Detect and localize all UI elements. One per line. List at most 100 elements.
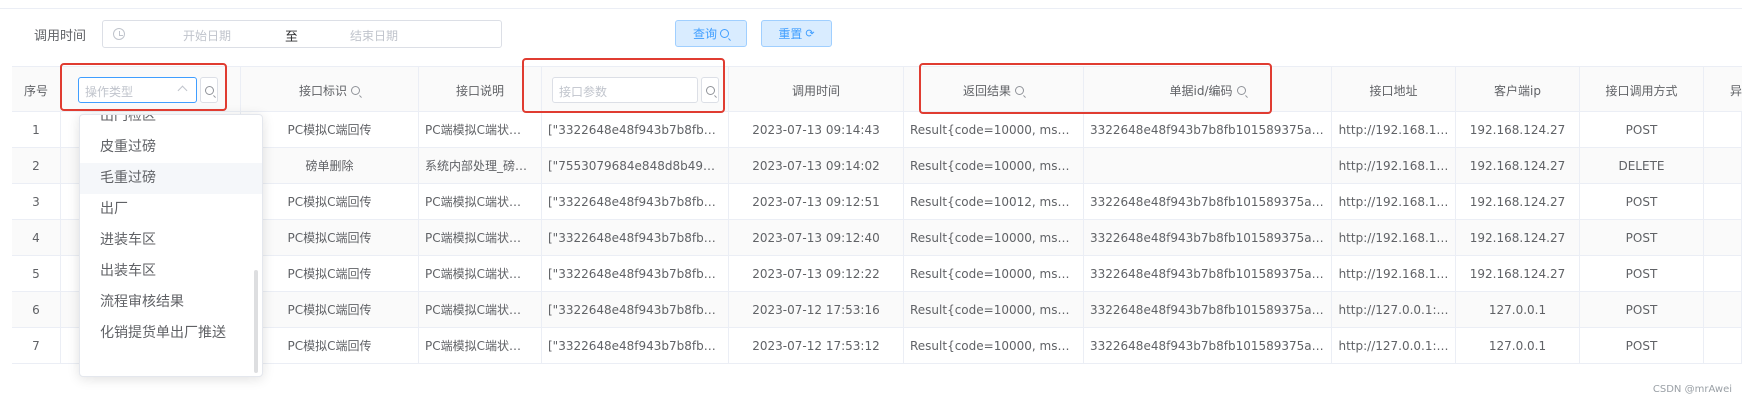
dropdown-option[interactable]: 进装车区	[80, 225, 262, 256]
dropdown-option[interactable]: 出装车区	[80, 256, 262, 287]
cell-interface-id: PC模拟C端回传	[241, 220, 419, 256]
reset-button[interactable]: 重置 ⟳	[761, 20, 832, 47]
table-row[interactable]: 1 PC模拟C端回传 PC端模拟C端状… ["3322648e48f943b7b8fb…	[12, 112, 1742, 148]
cell-index: 7	[12, 328, 61, 364]
cell-call-time: 2023-07-12 17:53:16	[729, 292, 904, 328]
query-button[interactable]: 查询	[675, 20, 747, 47]
table-row[interactable]: 4 PC模拟C端回传 PC端模拟C端状… ["3322648e48f943b7b8fb…	[12, 220, 1742, 256]
reset-button-label: 重置	[778, 27, 803, 41]
cell-interface-desc: PC端模拟C端状…	[419, 184, 542, 220]
date-range-picker[interactable]: 开始日期 至 结束日期	[102, 20, 502, 48]
cell-params: ["3322648e48f943b7b8fb10…	[542, 256, 729, 292]
cell-method: POST	[1580, 292, 1704, 328]
header-client-ip: 客户端ip	[1456, 67, 1580, 113]
table-row[interactable]: 3 PC模拟C端回传 PC端模拟C端状… ["3322648e48f943b7b8fb…	[12, 184, 1742, 220]
date-separator: 至	[285, 30, 299, 45]
cell-interface-desc: PC端模拟C端状…	[419, 292, 542, 328]
cell-url: http://127.0.0.1:…	[1332, 328, 1456, 364]
cell-method: POST	[1580, 220, 1704, 256]
interface-params-search-button[interactable]	[701, 77, 719, 103]
cell-result: Result{code=10000, msg='…	[904, 148, 1084, 184]
cell-params: ["3322648e48f943b7b8fb10…	[542, 292, 729, 328]
cell-ip: 192.168.124.27	[1456, 148, 1580, 184]
header-extra: 异	[1729, 83, 1742, 98]
dropdown-scrollbar[interactable]	[254, 270, 258, 373]
cell-empty	[1704, 184, 1742, 220]
dropdown-option[interactable]: 出门检区	[80, 115, 262, 132]
op-type-search-button[interactable]	[200, 77, 218, 103]
cell-result: Result{code=10012, msg='…	[904, 184, 1084, 220]
start-date-input[interactable]: 开始日期	[183, 27, 231, 44]
cell-url: http://127.0.0.1:…	[1332, 292, 1456, 328]
dropdown-option[interactable]: 出厂	[80, 194, 262, 225]
cell-interface-desc: 系统内部处理_磅…	[419, 148, 542, 184]
cell-bill-id: 3322648e48f943b7b8fb101589375a46	[1084, 256, 1332, 292]
dropdown-option[interactable]: 化销提货单出厂推送	[80, 318, 262, 349]
cell-index: 5	[12, 256, 61, 292]
cell-empty	[1704, 148, 1742, 184]
cell-index: 3	[12, 184, 61, 220]
header-op-type: 操作类型	[61, 67, 241, 113]
op-type-placeholder: 操作类型	[85, 85, 134, 99]
refresh-icon: ⟳	[805, 27, 815, 40]
cell-bill-id: 3322648e48f943b7b8fb101589375a46	[1084, 220, 1332, 256]
cell-method: DELETE	[1580, 148, 1704, 184]
search-icon[interactable]	[1015, 85, 1024, 95]
call-time-label: 调用时间	[34, 29, 87, 44]
cell-call-time: 2023-07-13 09:14:02	[729, 148, 904, 184]
cell-ip: 192.168.124.27	[1456, 220, 1580, 256]
interface-params-input[interactable]: 接口参数	[552, 77, 698, 103]
cell-url: http://192.168.1…	[1332, 148, 1456, 184]
cell-url: http://192.168.1…	[1332, 256, 1456, 292]
header-call-time: 调用时间	[729, 67, 904, 113]
table-row[interactable]: 5 PC模拟C端回传 PC端模拟C端状… ["3322648e48f943b7b8fb…	[12, 256, 1742, 292]
op-type-select[interactable]: 操作类型	[78, 77, 197, 103]
cell-interface-id: PC模拟C端回传	[241, 256, 419, 292]
table-row[interactable]: 6 PC模拟C端回传 PC端模拟C端状… ["3322648e48f943b7b8fb…	[12, 292, 1742, 328]
cell-index: 4	[12, 220, 61, 256]
chevron-up-icon	[177, 85, 188, 96]
dropdown-option[interactable]: 皮重过磅	[80, 132, 262, 163]
table-row[interactable]: 7 PC模拟C端回传 PC端模拟C端状… ["3322648e48f943b7b8fb…	[12, 328, 1742, 364]
cell-interface-id: PC模拟C端回传	[241, 184, 419, 220]
cell-index: 6	[12, 292, 61, 328]
header-index: 序号	[12, 67, 61, 113]
cell-call-time: 2023-07-13 09:14:43	[729, 112, 904, 148]
cell-interface-desc: PC端模拟C端状…	[419, 220, 542, 256]
dropdown-option[interactable]: 流程审核结果	[80, 287, 262, 318]
header-return-result: 返回结果	[904, 67, 1084, 113]
search-icon[interactable]	[1236, 85, 1246, 95]
end-date-input[interactable]: 结束日期	[350, 27, 398, 44]
cell-bill-id: 3322648e48f943b7b8fb101589375a46	[1084, 112, 1332, 148]
cell-method: POST	[1580, 184, 1704, 220]
cell-bill-id: 3322648e48f943b7b8fb101589375a46	[1084, 184, 1332, 220]
cell-method: POST	[1580, 328, 1704, 364]
cell-url: http://192.168.1…	[1332, 220, 1456, 256]
cell-interface-id: PC模拟C端回传	[241, 292, 419, 328]
query-button-label: 查询	[692, 27, 717, 41]
cell-params: ["7553079684e848d8b492d…	[542, 148, 729, 184]
header-interface-params: 接口参数	[542, 67, 729, 113]
cell-ip: 192.168.124.27	[1456, 112, 1580, 148]
cell-url: http://192.168.1…	[1332, 112, 1456, 148]
cell-interface-id: PC模拟C端回传	[241, 328, 419, 364]
cell-empty	[1704, 328, 1742, 364]
cell-bill-id	[1084, 148, 1332, 184]
cell-interface-desc: PC端模拟C端状…	[419, 328, 542, 364]
dropdown-option[interactable]: 毛重过磅	[80, 163, 262, 194]
cell-params: ["3322648e48f943b7b8fb10…	[542, 184, 729, 220]
search-icon[interactable]	[351, 85, 360, 95]
cell-result: Result{code=10000, msg='…	[904, 220, 1084, 256]
cell-empty	[1704, 292, 1742, 328]
search-icon	[204, 85, 214, 95]
cell-empty	[1704, 256, 1742, 292]
cell-result: Result{code=10000, msg='…	[904, 328, 1084, 364]
table-row[interactable]: 2 磅单删除 系统内部处理_磅… ["7553079684e848d8b492d… 20…	[12, 148, 1742, 184]
clock-icon	[113, 28, 125, 40]
cell-interface-id: 磅单删除	[241, 148, 419, 184]
cell-index: 2	[12, 148, 61, 184]
cell-url: http://192.168.1…	[1332, 184, 1456, 220]
top-divider	[0, 8, 1742, 9]
cell-call-time: 2023-07-12 17:53:12	[729, 328, 904, 364]
header-interface-desc: 接口说明	[419, 67, 542, 113]
